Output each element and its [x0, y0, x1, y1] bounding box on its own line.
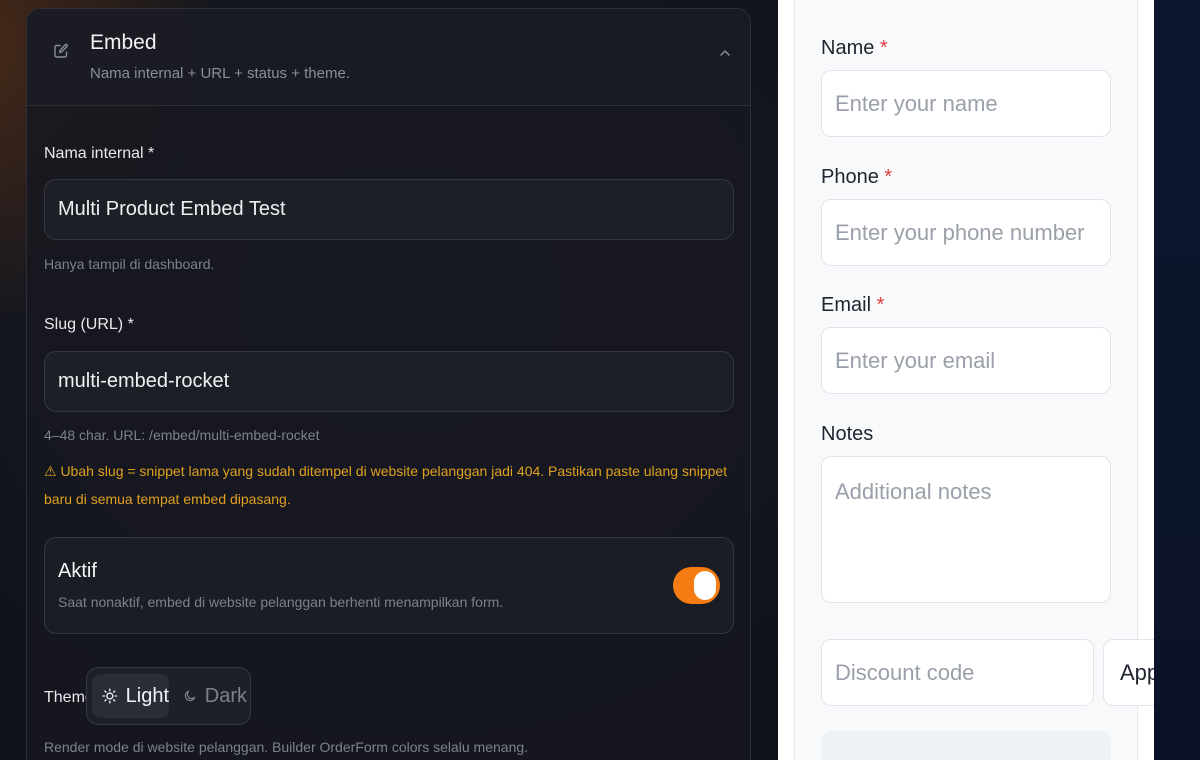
active-description: Saat nonaktif, embed di website pelangga…	[58, 594, 504, 610]
name-label: Name *	[821, 37, 888, 60]
slug-help: 4–48 char. URL: /embed/multi-embed-rocke…	[44, 427, 320, 443]
email-label-text: Email	[821, 294, 872, 316]
preview-frame: Name * Enter your name Phone * Enter you…	[794, 0, 1154, 760]
name-label-text: Name	[821, 37, 875, 59]
discount-code-input[interactable]: Discount code	[821, 639, 1094, 706]
phone-label-text: Phone	[821, 166, 879, 188]
active-title: Aktif	[58, 560, 97, 582]
section-title: Embed	[90, 31, 157, 54]
phone-label: Phone *	[821, 166, 892, 189]
slug-warning: ⚠ Ubah slug = snippet lama yang sudah di…	[44, 463, 728, 507]
notes-textarea[interactable]: Additional notes	[821, 456, 1111, 603]
section-header[interactable]: Embed Nama internal + URL + status + the…	[27, 9, 750, 106]
active-switch[interactable]	[673, 567, 720, 604]
section-subtitle: Nama internal + URL + status + theme.	[90, 65, 350, 82]
form-preview: Name * Enter your name Phone * Enter you…	[778, 0, 1154, 760]
theme-light-label: Light	[125, 684, 169, 707]
page-background-right	[1154, 0, 1200, 760]
moon-icon	[184, 690, 196, 702]
theme-dark-label: Dark	[204, 684, 247, 707]
notes-label: Notes	[821, 423, 874, 445]
edit-icon	[54, 43, 68, 58]
theme-light-button[interactable]: Light	[92, 674, 169, 718]
theme-help: Render mode di website pelanggan. Builde…	[44, 739, 529, 755]
internal-name-help: Hanya tampil di dashboard.	[44, 256, 215, 272]
apply-discount-button[interactable]: App	[1103, 639, 1154, 706]
email-label: Email *	[821, 294, 884, 317]
submit-button[interactable]	[821, 731, 1111, 760]
slug-input[interactable]: multi-embed-rocket	[44, 351, 734, 412]
active-toggle-row: Aktif Saat nonaktif, embed di website pe…	[44, 537, 734, 634]
theme-segmented-control: Light Dark	[86, 667, 251, 725]
sun-icon	[102, 688, 118, 704]
theme-dark-button[interactable]: Dark	[175, 674, 247, 718]
required-marker: *	[876, 294, 885, 316]
internal-name-input[interactable]: Multi Product Embed Test	[44, 179, 734, 240]
chevron-up-icon[interactable]	[717, 45, 733, 61]
embed-settings-card: Embed Nama internal + URL + status + the…	[26, 8, 751, 760]
slug-label: Slug (URL) *	[44, 316, 134, 333]
required-marker: *	[879, 37, 888, 59]
switch-knob	[694, 571, 716, 600]
required-marker: *	[884, 166, 893, 188]
name-input[interactable]: Enter your name	[821, 70, 1111, 137]
email-input[interactable]: Enter your email	[821, 327, 1111, 394]
internal-name-label: Nama internal *	[44, 145, 155, 162]
phone-input[interactable]: Enter your phone number	[821, 199, 1111, 266]
